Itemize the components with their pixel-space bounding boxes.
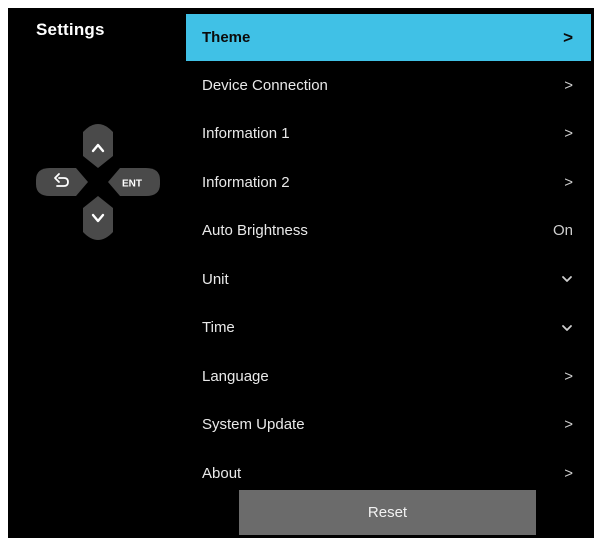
chevron-right-icon: > [564, 125, 573, 143]
menu-item-system-update[interactable]: System Update > [186, 401, 591, 450]
menu-item-label: Information 1 [202, 125, 290, 143]
chevron-right-icon: > [564, 367, 573, 385]
chevron-right-icon: > [563, 27, 573, 47]
auto-brightness-value: On [552, 222, 573, 240]
enter-label: ENT [122, 179, 142, 190]
menu-item-language[interactable]: Language > [186, 352, 591, 401]
dpad-down-button[interactable] [83, 196, 113, 240]
menu-item-label: System Update [202, 416, 305, 434]
menu-item-label: Device Connection [202, 76, 328, 94]
menu-item-label: Theme [202, 29, 251, 46]
menu-item-information-1[interactable]: Information 1 > [186, 110, 591, 159]
menu-item-label: About [202, 464, 242, 482]
menu-item-label: Auto Brightness [202, 222, 308, 240]
menu-item-label: Time [202, 319, 235, 337]
menu-item-device-connection[interactable]: Device Connection > [186, 61, 591, 110]
chevron-down-icon [562, 276, 572, 283]
menu-item-time[interactable]: Time [186, 304, 591, 353]
dpad-back-button[interactable] [36, 168, 88, 196]
menu-item-theme[interactable]: Theme > [186, 14, 591, 61]
dpad: ENT [36, 124, 160, 240]
menu-item-auto-brightness[interactable]: Auto Brightness On [186, 207, 591, 256]
menu-item-label: Information 2 [202, 173, 290, 191]
chevron-right-icon: > [564, 464, 573, 482]
dpad-up-button[interactable] [83, 124, 113, 168]
menu-item-information-2[interactable]: Information 2 > [186, 158, 591, 207]
menu-item-unit[interactable]: Unit [186, 255, 591, 304]
chevron-right-icon: > [564, 416, 573, 434]
menu-item-label: Unit [202, 270, 229, 288]
settings-screen: Settings ENT Theme > Device Connection >… [8, 8, 594, 538]
settings-menu: Theme > Device Connection > Information … [186, 14, 591, 498]
reset-button[interactable]: Reset [239, 490, 536, 535]
dpad-enter-button[interactable]: ENT [108, 168, 160, 196]
chevron-right-icon: > [564, 173, 573, 191]
chevron-down-icon [562, 324, 572, 331]
chevron-right-icon: > [564, 76, 573, 94]
menu-item-label: Language [202, 367, 269, 385]
